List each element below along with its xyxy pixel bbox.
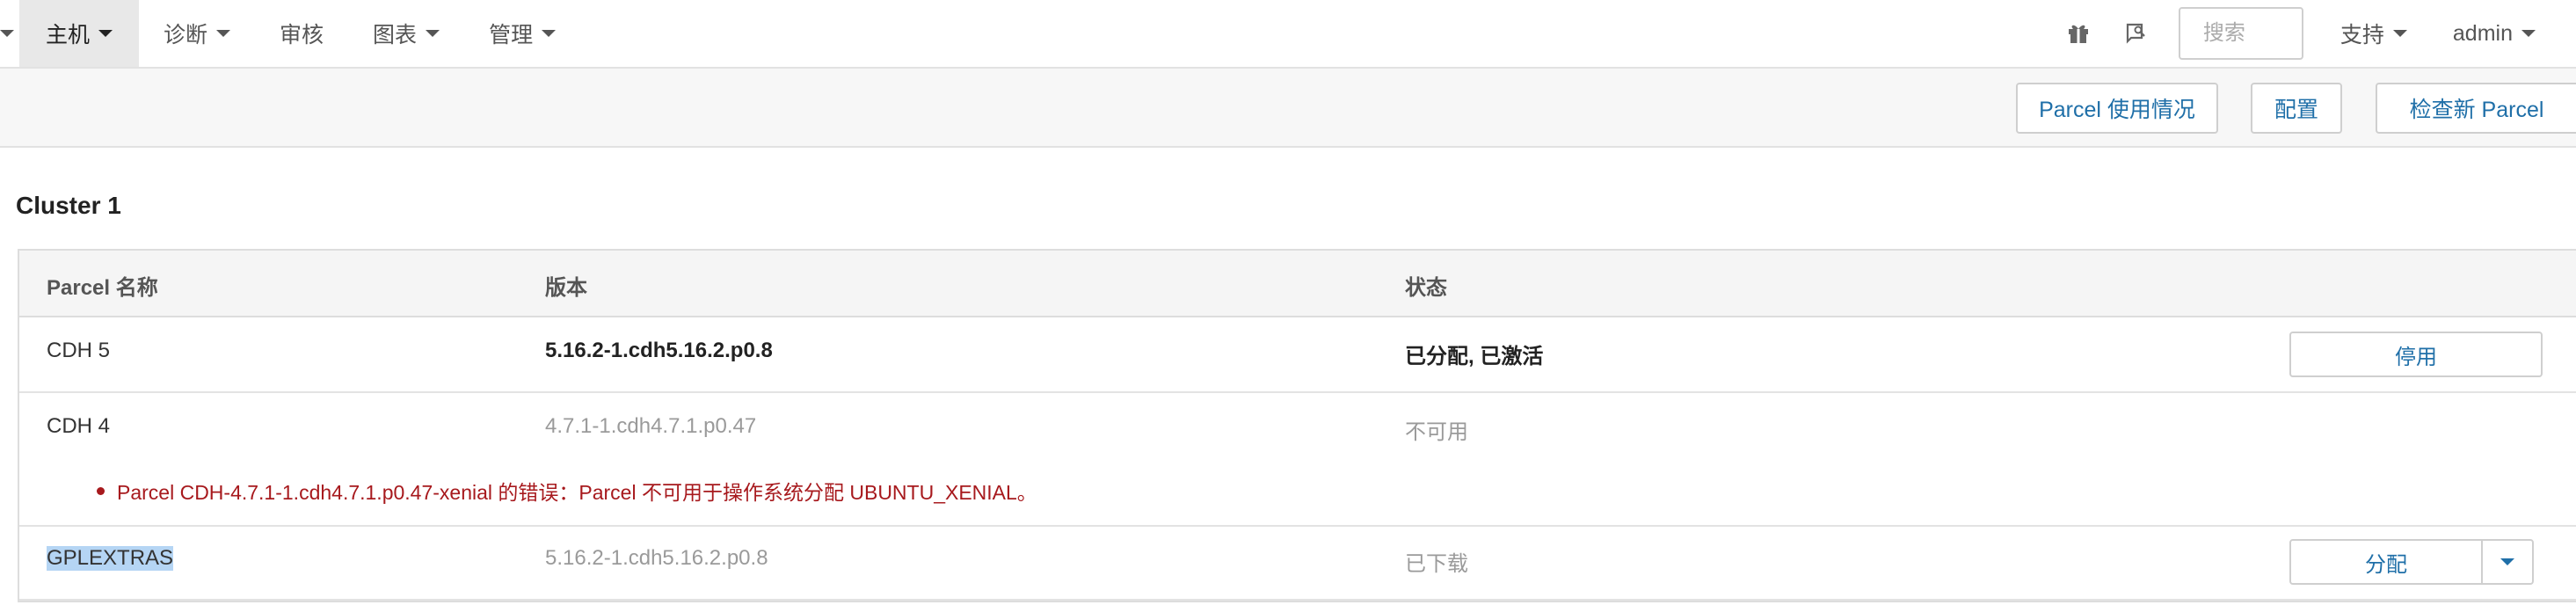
chevron-down-icon — [2500, 558, 2514, 565]
gift-button[interactable] — [2050, 0, 2107, 67]
chevron-down-icon — [216, 30, 231, 37]
nav-partial-dropdown[interactable] — [0, 0, 19, 67]
chevron-down-icon — [2521, 30, 2536, 37]
column-header-parcel-name: Parcel 名称 — [47, 276, 158, 300]
search-input[interactable] — [2178, 7, 2303, 60]
table-row: CDH 5 5.16.2-1.cdh5.16.2.p0.8 已分配, 已激活 停… — [19, 317, 2576, 393]
nav-item-label: 审核 — [280, 23, 324, 47]
table-row: GPLEXTRAS 5.16.2-1.cdh5.16.2.p0.8 已下载 分配 — [19, 527, 2576, 601]
parcel-error-text: Parcel CDH-4.7.1-1.cdh4.7.1.p0.47-xenial… — [117, 481, 1037, 504]
nav-item-label: 管理 — [489, 23, 534, 47]
parcel-name: CDH 5 — [47, 339, 111, 362]
chevron-down-icon — [0, 30, 14, 37]
user-menu[interactable]: admin — [2430, 0, 2576, 67]
gift-icon — [2068, 25, 2088, 43]
table-header: Parcel 名称 版本 状态 — [19, 251, 2576, 317]
feedback-icon — [2126, 23, 2145, 44]
nav-right: 支持 admin — [2050, 0, 2576, 67]
parcel-version: 5.16.2-1.cdh5.16.2.p0.8 — [545, 546, 768, 570]
cluster-title: Cluster 1 — [16, 192, 121, 219]
parcel-status: 已下载 — [1405, 552, 1468, 576]
nav-item-label: 图表 — [373, 23, 418, 47]
chevron-down-icon — [2392, 30, 2407, 37]
top-navbar: 主机 诊断 审核 图表 管理 搜索 支持 admin — [0, 0, 2576, 69]
parcel-name: CDH 4 — [47, 414, 111, 438]
parcel-usage-button[interactable]: Parcel 使用情况 — [2016, 83, 2218, 134]
parcel-toolbar: Parcel 使用情况 配置 检查新 Parcel — [0, 69, 2576, 148]
parcel-status: 已分配, 已激活 — [1405, 345, 1544, 368]
nav-item-admin[interactable]: 管理 — [464, 0, 580, 67]
feedback-button[interactable] — [2107, 0, 2163, 67]
parcel-version: 5.16.2-1.cdh5.16.2.p0.8 — [545, 339, 773, 362]
nav-item-audit[interactable]: 审核 — [255, 0, 348, 67]
parcel-status: 不可用 — [1405, 420, 1468, 444]
user-label: admin — [2452, 20, 2513, 46]
distribute-button[interactable]: 分配 — [2289, 539, 2483, 585]
column-header-version: 版本 — [545, 276, 587, 300]
check-new-parcel-button[interactable]: 检查新 Parcel — [2376, 83, 2576, 134]
chevron-down-icon — [426, 30, 440, 37]
nav-item-label: 诊断 — [164, 23, 208, 47]
chevron-down-icon — [542, 30, 557, 37]
table-row: CDH 4 4.7.1-1.cdh4.7.1.p0.47 不可用 Parcel … — [19, 393, 2576, 527]
bullet-icon — [97, 486, 105, 495]
nav-left: 主机 诊断 审核 图表 管理 — [0, 0, 580, 67]
parcel-table: Parcel 名称 版本 状态 CDH 5 5.16.2-1.cdh5.16.2… — [18, 249, 2576, 602]
distribute-dropdown-toggle[interactable] — [2481, 539, 2534, 585]
parcel-version: 4.7.1-1.cdh4.7.1.p0.47 — [545, 414, 757, 438]
chevron-down-icon — [98, 30, 113, 37]
nav-item-diagnostics[interactable]: 诊断 — [139, 0, 255, 67]
parcel-error-message: Parcel CDH-4.7.1-1.cdh4.7.1.p0.47-xenial… — [97, 476, 1037, 506]
nav-item-support[interactable]: 支持 — [2318, 0, 2430, 67]
config-button[interactable]: 配置 — [2251, 83, 2342, 134]
nav-item-hosts[interactable]: 主机 — [19, 0, 140, 67]
deactivate-button[interactable]: 停用 — [2289, 332, 2543, 377]
nav-item-label: 主机 — [46, 23, 91, 47]
nav-item-charts[interactable]: 图表 — [348, 0, 464, 67]
support-label: 支持 — [2340, 23, 2384, 47]
parcel-name: GPLEXTRAS — [47, 546, 174, 571]
column-header-status: 状态 — [1405, 276, 1447, 300]
